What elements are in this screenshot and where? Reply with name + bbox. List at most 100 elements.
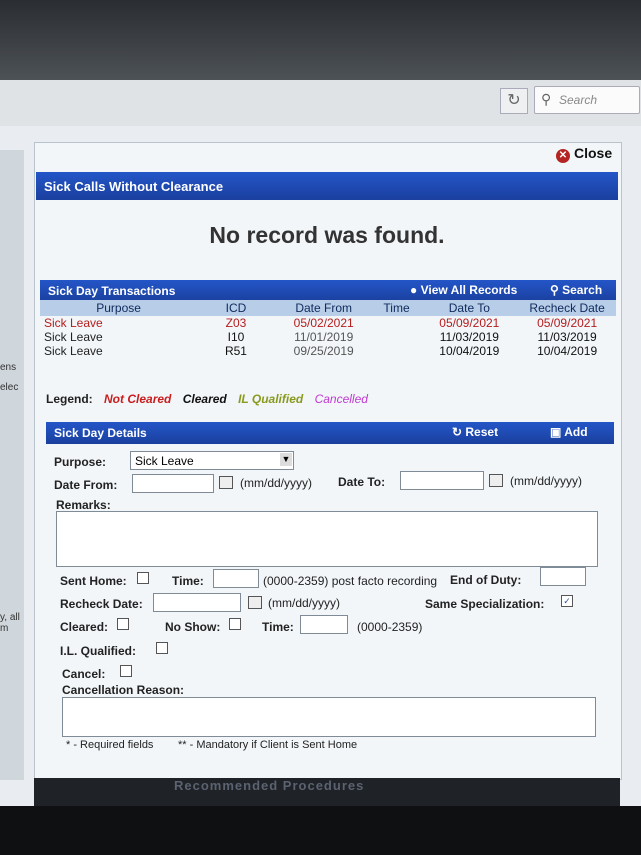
footer-bar: Recommended Procedures	[34, 778, 620, 806]
row-purpose: Sick Leave	[44, 344, 103, 358]
cancel-checkbox[interactable]	[120, 665, 132, 677]
search-label: Search	[562, 283, 603, 297]
col-purpose[interactable]: Purpose	[40, 300, 198, 316]
col-date-from[interactable]: Date From	[274, 300, 373, 316]
recheck-date-input[interactable]	[153, 593, 241, 612]
transactions-table: Purpose ICD Date From Time Date To Reche…	[40, 300, 616, 358]
legend-not-cleared: Not Cleared	[104, 392, 172, 406]
date-from-label: Date From:	[54, 478, 118, 492]
sick-calls-header: Sick Calls Without Clearance	[36, 172, 618, 200]
row-recheck: 05/09/2021	[537, 316, 598, 330]
left-fragment: y, all m	[0, 612, 20, 634]
view-all-records-link[interactable]: ● View All Records	[410, 283, 517, 297]
purpose-select[interactable]: Sick Leave ▼	[130, 451, 294, 470]
calendar-icon[interactable]	[219, 476, 233, 489]
recheck-date-label: Recheck Date:	[60, 597, 143, 611]
search-placeholder: Search	[559, 93, 598, 107]
row-purpose: Sick Leave	[44, 330, 103, 344]
add-button[interactable]: ▣ Add	[550, 425, 588, 439]
time-hint: (0000-2359)	[357, 620, 423, 634]
date-from-input[interactable]	[132, 474, 214, 493]
cancel-reason-label: Cancellation Reason:	[62, 683, 185, 697]
il-qualified-checkbox[interactable]	[156, 642, 168, 654]
refresh-icon[interactable]: ↻	[500, 88, 528, 114]
legend: Legend: Not Cleared Cleared IL Qualified…	[46, 392, 368, 406]
col-recheck-date[interactable]: Recheck Date	[518, 300, 616, 316]
table-row[interactable]: Sick Leave Z03 05/02/2021 05/09/2021 05/…	[40, 316, 616, 330]
view-all-label: View All Records	[420, 283, 518, 297]
legend-il-qualified: IL Qualified	[238, 392, 304, 406]
search-icon: ⚲	[541, 91, 552, 107]
row-date-to: 05/09/2021	[439, 316, 500, 330]
row-recheck: 10/04/2019	[537, 344, 598, 358]
date-from-format: (mm/dd/yyyy)	[240, 476, 312, 490]
table-header-row: Purpose ICD Date From Time Date To Reche…	[40, 300, 616, 316]
reset-button[interactable]: ↻ Reset	[452, 425, 498, 439]
sick-calls-title: Sick Calls Without Clearance	[44, 179, 224, 194]
recheck-date-format: (mm/dd/yyyy)	[268, 596, 340, 610]
close-icon: ✕	[556, 149, 570, 163]
same-spec-label: Same Specialization:	[425, 597, 545, 611]
left-fragment: ens	[0, 362, 17, 373]
recommended-procedures-link[interactable]: Recommended Procedures	[174, 778, 364, 793]
bottom-bezel	[0, 806, 641, 855]
cancel-reason-textarea[interactable]	[62, 697, 596, 737]
row-date-from: 11/01/2019	[294, 330, 354, 344]
search-records-link[interactable]: ⚲ Search	[550, 283, 602, 297]
table-row[interactable]: Sick Leave R51 09/25/2019 10/04/2019 10/…	[40, 344, 616, 358]
row-icd: R51	[224, 344, 247, 358]
row-date-from: 05/02/2021	[293, 316, 354, 330]
time-hint-postfacto: (0000-2359) post facto recording	[263, 574, 438, 588]
mandatory-note: ** - Mandatory if Client is Sent Home	[178, 739, 358, 751]
same-spec-checkbox[interactable]: ✓	[561, 595, 573, 607]
il-qualified-label: I.L. Qualified:	[60, 644, 137, 658]
col-icd[interactable]: ICD	[197, 300, 275, 316]
close-button[interactable]: ✕ Close	[556, 145, 612, 163]
details-header: Sick Day Details ↻ Reset ▣ Add	[46, 422, 614, 444]
no-show-checkbox[interactable]	[229, 618, 241, 630]
add-label: Add	[564, 425, 588, 439]
time-input[interactable]	[213, 569, 259, 588]
left-fragment: elec	[0, 382, 19, 393]
row-icd: Z03	[225, 316, 247, 330]
row-time	[373, 330, 421, 344]
transactions-title: Sick Day Transactions	[48, 284, 176, 298]
time-input-2[interactable]	[300, 615, 348, 634]
end-of-duty-input[interactable]	[540, 567, 586, 586]
legend-label: Legend:	[46, 392, 93, 406]
col-date-to[interactable]: Date To	[420, 300, 519, 316]
row-date-to: 10/04/2019	[439, 344, 500, 358]
time-label: Time:	[172, 574, 204, 588]
cleared-label: Cleared:	[60, 620, 109, 634]
date-to-input[interactable]	[400, 471, 484, 490]
sent-home-label: Sent Home:	[60, 574, 127, 588]
required-note: * - Required fields	[66, 739, 154, 751]
row-time	[373, 316, 421, 330]
col-time[interactable]: Time	[372, 300, 421, 316]
table-row[interactable]: Sick Leave I10 11/01/2019 11/03/2019 11/…	[40, 330, 616, 344]
remarks-textarea[interactable]	[56, 511, 598, 567]
calendar-icon[interactable]	[489, 474, 503, 487]
transactions-header: Sick Day Transactions ● View All Records…	[40, 280, 616, 302]
left-panel: ens elec y, all m	[0, 150, 24, 780]
purpose-value: Sick Leave	[135, 454, 194, 468]
row-date-to: 11/03/2019	[439, 330, 499, 344]
close-label: Close	[574, 145, 613, 161]
calendar-icon[interactable]	[248, 596, 262, 609]
sent-home-checkbox[interactable]	[137, 572, 149, 584]
date-to-label: Date To:	[338, 475, 386, 489]
row-recheck: 11/03/2019	[537, 330, 597, 344]
chevron-down-icon: ▼	[280, 453, 292, 466]
row-purpose: Sick Leave	[44, 316, 103, 330]
details-title: Sick Day Details	[54, 426, 147, 440]
cleared-checkbox[interactable]	[117, 618, 129, 630]
no-record-message: No record was found.	[209, 222, 445, 248]
time-label-2: Time:	[262, 620, 294, 634]
cancel-label: Cancel:	[62, 667, 106, 681]
remarks-label: Remarks:	[56, 498, 111, 512]
search-input[interactable]: ⚲ Search	[534, 86, 640, 114]
row-date-from: 09/25/2019	[293, 344, 354, 358]
legend-cancelled: Cancelled	[314, 392, 368, 406]
row-icd: I10	[227, 330, 245, 344]
no-show-label: No Show:	[165, 620, 221, 634]
